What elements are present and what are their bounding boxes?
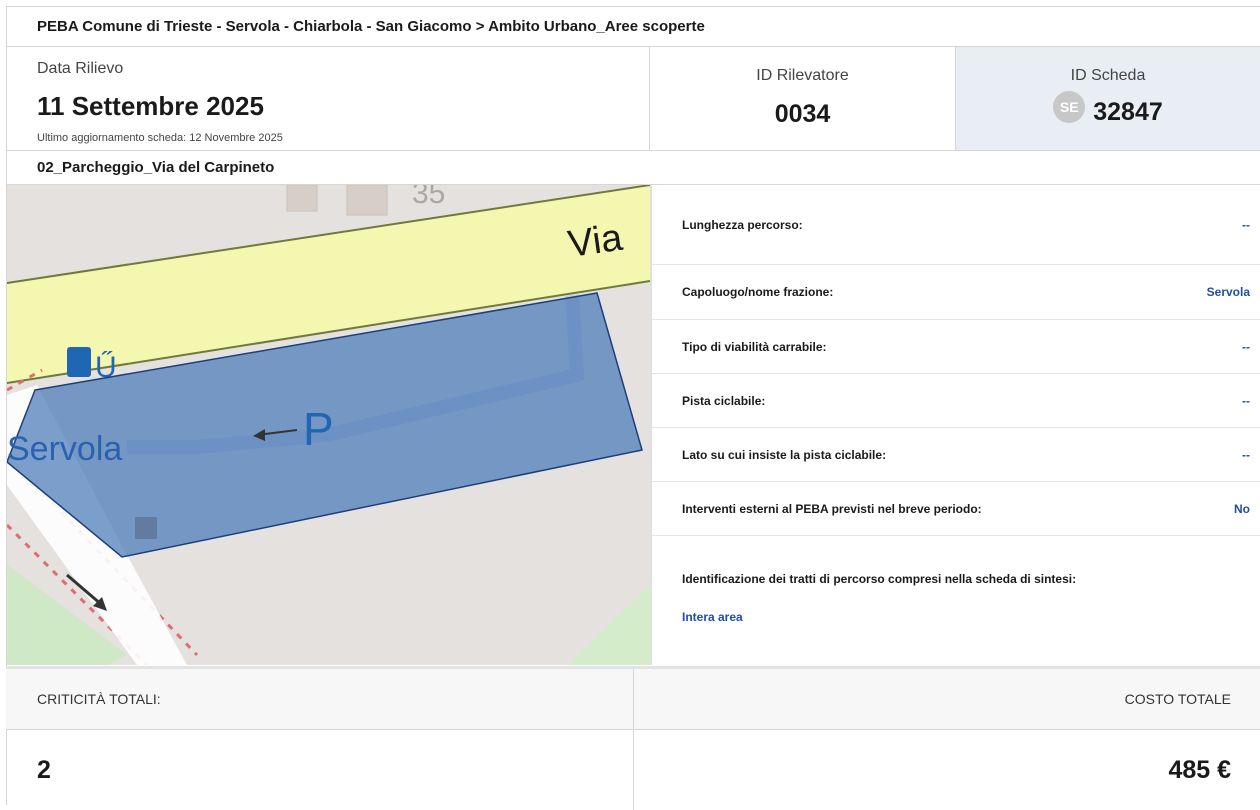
date-label: Data Rilievo bbox=[37, 60, 124, 77]
properties-panel: Lunghezza percorso: -- Capoluogo/nome fr… bbox=[650, 185, 1260, 665]
prop-value: -- bbox=[1242, 447, 1250, 462]
header: Data Rilievo 11 Settembre 2025 Ultimo ag… bbox=[7, 47, 1260, 151]
prop-value: Intera area bbox=[682, 610, 743, 624]
breadcrumb: PEBA Comune di Trieste - Servola - Chiar… bbox=[7, 7, 1260, 47]
prop-value: -- bbox=[1242, 393, 1250, 408]
prop-label: Lato su cui insiste la pista ciclabile: bbox=[682, 447, 887, 462]
map-canvas: 35 Via Ű Servola P bbox=[7, 185, 650, 665]
prop-label: Tipo di viabilità carrabile: bbox=[682, 339, 827, 354]
scheda-title: 02_Parcheggio_Via del Carpineto bbox=[7, 151, 1260, 185]
costo-value: 485 € bbox=[1168, 756, 1231, 784]
area-label: Servola bbox=[7, 430, 122, 468]
prop-lunghezza: Lunghezza percorso: -- bbox=[652, 185, 1260, 265]
prop-label: Lunghezza percorso: bbox=[682, 217, 803, 232]
scheda-section: ID Scheda SE 32847 bbox=[956, 47, 1260, 150]
parking-label: P bbox=[303, 403, 334, 455]
date-value: 11 Settembre 2025 bbox=[37, 91, 264, 121]
prop-frazione: Capoluogo/nome frazione: Servola bbox=[652, 265, 1260, 320]
date-section: Data Rilievo 11 Settembre 2025 Ultimo ag… bbox=[7, 47, 650, 150]
prop-value: -- bbox=[1242, 217, 1250, 232]
prop-pista-ciclabile: Pista ciclabile: -- bbox=[652, 374, 1260, 428]
rilevatore-value: 0034 bbox=[774, 100, 831, 128]
scheda-value: 32847 bbox=[1093, 98, 1163, 126]
rilevatore-section: ID Rilevatore 0034 bbox=[650, 47, 956, 150]
scheda-sheet: PEBA Comune di Trieste - Servola - Chiar… bbox=[6, 6, 1260, 810]
prop-tratti: Identificazione dei tratti di percorso c… bbox=[652, 536, 1260, 670]
last-update: Ultimo aggiornamento scheda: 12 Novembre… bbox=[37, 132, 283, 144]
prop-label: Pista ciclabile: bbox=[682, 393, 766, 408]
criticita-value: 2 bbox=[6, 730, 634, 810]
prop-label: Capoluogo/nome frazione: bbox=[682, 285, 834, 299]
house-number-label: 35 bbox=[412, 185, 445, 210]
prop-value: No bbox=[1234, 501, 1250, 516]
scheda-type-badge: SE bbox=[1053, 90, 1086, 123]
map-view[interactable]: 35 Via Ű Servola P bbox=[7, 185, 650, 665]
prop-label: Identificazione dei tratti di percorso c… bbox=[682, 572, 1077, 586]
criticita-label: CRITICITÀ TOTALI: bbox=[6, 669, 634, 729]
prop-lato-pista: Lato su cui insiste la pista ciclabile: … bbox=[652, 428, 1260, 482]
prop-value: Servola bbox=[1206, 285, 1250, 299]
totals-footer: CRITICITÀ TOTALI: COSTO TOTALE 2 485 € bbox=[6, 666, 1260, 810]
prop-value: -- bbox=[1242, 339, 1250, 354]
scheda-label: ID Scheda bbox=[1070, 67, 1146, 84]
rilevatore-label: ID Rilevatore bbox=[756, 67, 849, 84]
prop-interventi: Interventi esterni al PEBA previsti nel … bbox=[652, 482, 1260, 536]
road-name-label: Via bbox=[565, 217, 625, 266]
costo-label: COSTO TOTALE bbox=[634, 669, 1260, 729]
prop-label: Interventi esterni al PEBA previsti nel … bbox=[682, 501, 982, 516]
prop-viabilita: Tipo di viabilità carrabile: -- bbox=[652, 320, 1260, 374]
